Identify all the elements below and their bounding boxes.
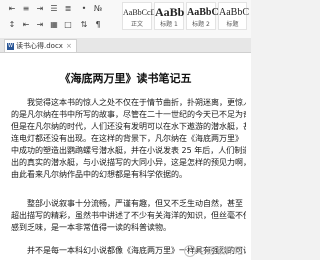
style-heading-1[interactable]: AaBb 标题 1 bbox=[154, 2, 184, 30]
align-left-icon[interactable]: ⇤ bbox=[6, 4, 18, 14]
paragraph-line: 但是在凡尔纳的时代，人们还没有发明可以在水下遨游的潜水艇，甚至 bbox=[11, 122, 246, 131]
style-sample: AaBbC bbox=[187, 7, 219, 18]
numbering-icon[interactable]: № bbox=[92, 4, 104, 14]
paragraph-line: 整部小说叙事十分流畅，严谨有趣，但又不乏生动自然，甚至 bbox=[27, 199, 243, 208]
indent-increase-icon[interactable]: ⇥ bbox=[34, 20, 46, 30]
style-title[interactable]: AaBbC 标题 bbox=[218, 2, 249, 30]
document-page[interactable]: 《海底两万里》读书笔记五 我觉得这本书的惊人之处不仅在于情节曲折，扑朔迷离，更惊… bbox=[0, 53, 251, 260]
shading-icon[interactable]: ▦ bbox=[48, 20, 60, 30]
paragraph-line: 的是凡尔纳在书中所写的故事，尽管在二十一世纪的今天已不足为奇， bbox=[11, 110, 246, 119]
style-name: 标题 1 bbox=[160, 21, 178, 28]
borders-icon[interactable]: □ bbox=[62, 20, 74, 30]
style-sample: AaBbCcDd bbox=[123, 8, 161, 17]
paragraph-line: 连电灯都还没有出现。在这样的背景下，凡尔纳在《海底两万里》 bbox=[11, 134, 243, 143]
document-tab[interactable]: W 读书心得.docx × bbox=[4, 39, 77, 52]
paragraph-line: 由此看来凡尔纳作品中的幻想都是有科学依据的。 bbox=[11, 170, 187, 179]
align-right-icon[interactable]: ⇥ bbox=[34, 4, 46, 14]
style-name: 正文 bbox=[130, 21, 143, 28]
style-heading-2[interactable]: AaBbC 标题 2 bbox=[186, 2, 219, 30]
paragraph-line: 我觉得这本书的惊人之处不仅在于情节曲折，扑朔迷离，更惊人 bbox=[27, 98, 246, 107]
word-document-icon: W bbox=[7, 42, 14, 50]
show-marks-icon[interactable]: ¶ bbox=[92, 20, 104, 30]
watermark-logo-icon bbox=[183, 245, 196, 257]
watermark: 心愿软件站 bbox=[183, 244, 243, 257]
paragraph-line: 出的真实的潜水艇，与小说描写的大同小异，这是怎样的预见力啊， bbox=[11, 158, 246, 167]
document-title: 《海底两万里》读书笔记五 bbox=[59, 72, 192, 85]
document-tab-label: 读书心得.docx bbox=[16, 42, 63, 50]
style-name: 标题 bbox=[226, 21, 239, 28]
paragraph-line: 超出描写的精彩，虽然书中讲述了不少有关海洋的知识，但丝毫不使人 bbox=[11, 211, 246, 220]
line-spacing-icon[interactable]: ↕ bbox=[6, 20, 18, 30]
bullets-icon[interactable]: • bbox=[78, 4, 90, 14]
justify-icon[interactable]: ☰ bbox=[48, 4, 60, 14]
ribbon: ⇤ ≡ ⇥ ☰ ≣ • № ↕ ⇤ ⇥ ▦ □ ⇅ ¶ AaBbCcDd 正文 … bbox=[0, 0, 251, 39]
close-tab-icon[interactable]: × bbox=[66, 42, 72, 50]
paragraph-line: 感到乏味，是一本非常值得一读的科普读物。 bbox=[11, 223, 171, 232]
watermark-text: 心愿软件站 bbox=[197, 246, 243, 257]
align-center-icon[interactable]: ≡ bbox=[20, 4, 32, 14]
style-normal[interactable]: AaBbCcDd 正文 bbox=[122, 2, 161, 30]
sort-icon[interactable]: ⇅ bbox=[78, 20, 90, 30]
style-sample: AaBbC bbox=[219, 7, 249, 18]
style-name: 标题 2 bbox=[192, 21, 210, 28]
distribute-icon[interactable]: ≣ bbox=[62, 4, 74, 14]
document-tab-bar: W 读书心得.docx × bbox=[0, 38, 251, 53]
paragraph-line: 中成功的塑造出鹦鹉螺号潜水艇，并在小说发表 25 年后，人们制造 bbox=[11, 146, 246, 155]
style-sample: AaBb bbox=[155, 5, 185, 19]
indent-decrease-icon[interactable]: ⇤ bbox=[20, 20, 32, 30]
